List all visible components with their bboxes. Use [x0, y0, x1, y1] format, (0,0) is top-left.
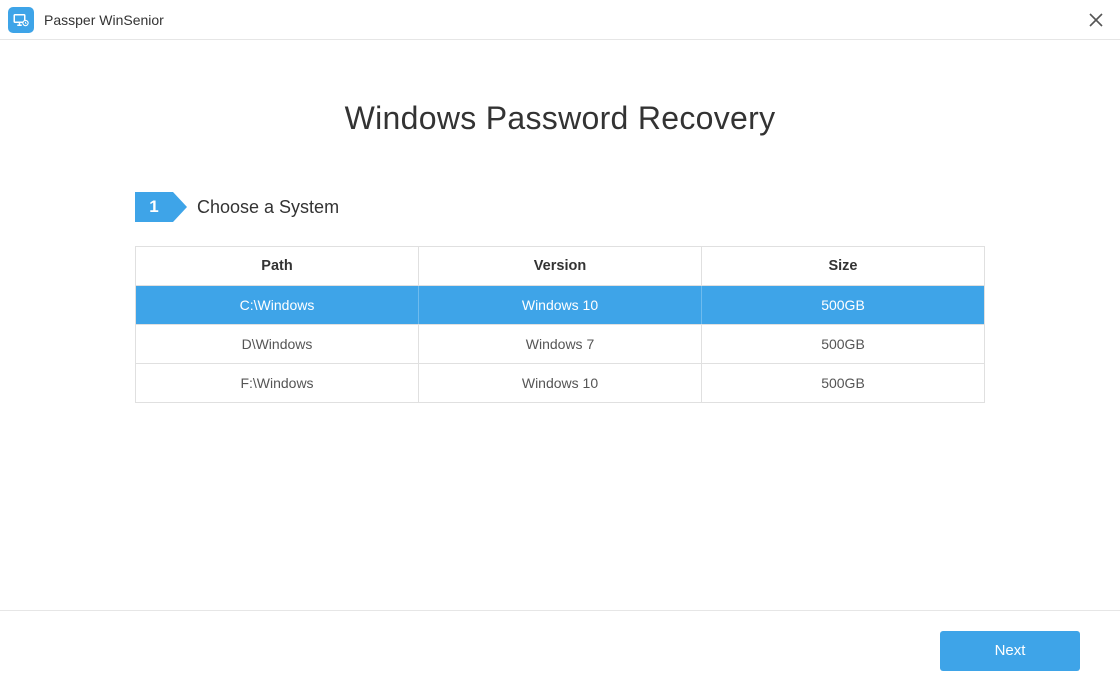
cell-path: F:\Windows	[136, 364, 419, 402]
page-title: Windows Password Recovery	[0, 100, 1120, 137]
footer: Next	[0, 610, 1120, 690]
cell-path: C:\Windows	[136, 286, 419, 324]
cell-size: 500GB	[702, 325, 984, 363]
column-header-version: Version	[419, 247, 702, 285]
cell-version: Windows 10	[419, 364, 702, 402]
step-label: Choose a System	[197, 197, 339, 218]
main-content: Windows Password Recovery 1 Choose a Sys…	[0, 40, 1120, 403]
column-header-size: Size	[702, 247, 984, 285]
cell-size: 500GB	[702, 286, 984, 324]
next-button[interactable]: Next	[940, 631, 1080, 671]
cell-version: Windows 10	[419, 286, 702, 324]
cell-size: 500GB	[702, 364, 984, 402]
close-icon	[1089, 13, 1103, 27]
app-title: Passper WinSenior	[44, 12, 164, 28]
system-table: Path Version Size C:\Windows Windows 10 …	[135, 246, 985, 403]
column-header-path: Path	[136, 247, 419, 285]
table-row[interactable]: F:\Windows Windows 10 500GB	[136, 364, 984, 402]
table-header: Path Version Size	[136, 247, 984, 286]
app-icon	[8, 7, 34, 33]
close-button[interactable]	[1084, 8, 1108, 32]
titlebar: Passper WinSenior	[0, 0, 1120, 40]
step-number-badge: 1	[135, 192, 173, 222]
step-indicator: 1 Choose a System	[135, 192, 985, 222]
table-row[interactable]: D\Windows Windows 7 500GB	[136, 325, 984, 364]
cell-version: Windows 7	[419, 325, 702, 363]
cell-path: D\Windows	[136, 325, 419, 363]
table-row[interactable]: C:\Windows Windows 10 500GB	[136, 286, 984, 325]
